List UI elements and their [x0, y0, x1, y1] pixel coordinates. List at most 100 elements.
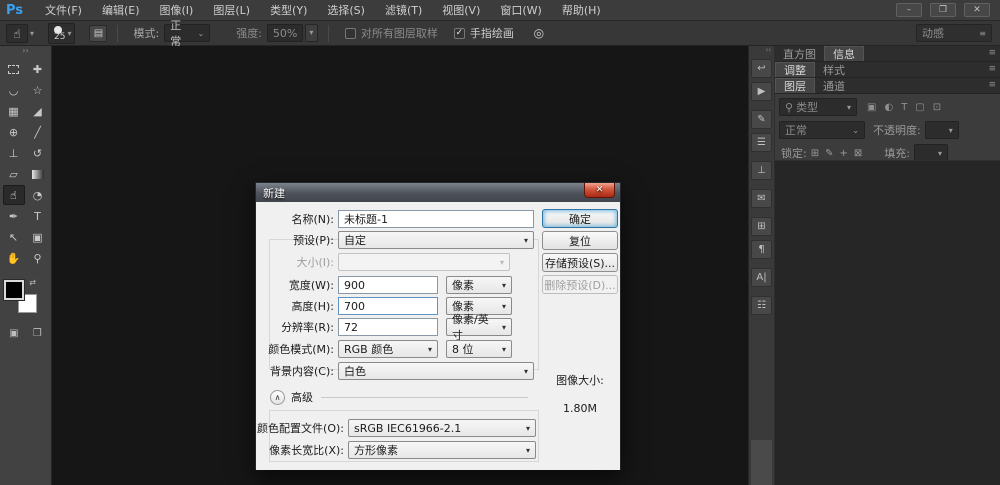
filter-pixel-icon[interactable]: ▣ — [867, 102, 876, 113]
notes-panel-button[interactable]: ✉ — [751, 189, 772, 208]
tool-smudge[interactable]: ☝ — [2, 185, 25, 205]
finger-painting-checkbox[interactable]: ✓ 手指绘画 — [453, 25, 514, 41]
workspace-switcher[interactable]: 动感 ≡ — [916, 24, 992, 42]
tool-magic-wand[interactable]: ☆ — [27, 80, 49, 100]
resolution-unit-select[interactable]: 像素/英寸 ▾ — [446, 313, 512, 342]
tool-shape[interactable]: ▣ — [27, 227, 49, 247]
filter-type-icon[interactable]: T — [901, 102, 907, 113]
menu-type[interactable]: 类型(Y) — [260, 2, 317, 18]
advanced-collapse-button[interactable]: ∧ — [270, 389, 285, 405]
tool-spot-healing-brush[interactable]: ⊕ — [3, 122, 25, 142]
bit-depth-select[interactable]: 8 位 ▾ — [446, 340, 512, 358]
background-select[interactable]: 白色 ▾ — [338, 362, 534, 380]
tab-info[interactable]: 信息 — [824, 46, 864, 61]
menu-view[interactable]: 视图(V) — [432, 2, 490, 18]
tool-path-selection[interactable]: ↖ — [3, 227, 25, 247]
strength-input[interactable]: 50% — [266, 24, 303, 42]
history-panel-button[interactable]: ↩ — [751, 59, 772, 78]
ok-button[interactable]: 确定 — [542, 209, 618, 228]
lock-pixels-icon[interactable]: ✎ — [825, 148, 833, 159]
close-button[interactable]: ✕ — [964, 3, 990, 17]
menu-window[interactable]: 窗口(W) — [490, 2, 551, 18]
character-panel-button[interactable]: ⊞ — [751, 217, 772, 236]
tab-histogram[interactable]: 直方图 — [775, 46, 824, 61]
tool-lasso[interactable]: ◡ — [3, 80, 25, 100]
lock-transparent-icon[interactable]: ⊞ — [811, 148, 819, 159]
pixel-aspect-select[interactable]: 方形像素 ▾ — [348, 441, 536, 459]
tool-pen[interactable]: ✒ — [3, 206, 25, 226]
tool-clone-stamp[interactable]: ⊥ — [3, 143, 25, 163]
tab-adjustments[interactable]: 调整 — [775, 62, 815, 77]
paragraph-panel-button[interactable]: ¶ — [751, 240, 772, 259]
tab-channels[interactable]: 通道 — [815, 78, 853, 93]
filter-shape-icon[interactable]: ▢ — [915, 102, 924, 113]
actions-panel-button[interactable]: ▶ — [751, 82, 772, 101]
layer-filter-select[interactable]: ⚲ 类型 ▾ — [779, 98, 857, 116]
height-input[interactable]: 700 — [338, 297, 438, 315]
sample-all-layers-checkbox[interactable]: 对所有图层取样 — [344, 25, 438, 41]
character-styles-panel-button[interactable]: A| — [751, 268, 772, 287]
tool-rectangular-marquee[interactable] — [3, 59, 25, 79]
screen-mode-button[interactable]: ❐ — [33, 328, 42, 339]
dialog-close-button[interactable]: ✕ — [584, 183, 615, 198]
foreground-color-swatch[interactable] — [3, 279, 25, 301]
dock-scrollbar[interactable] — [751, 440, 772, 485]
width-unit-select[interactable]: 像素 ▾ — [446, 276, 512, 294]
blend-mode-select[interactable]: 正常 ⌄ — [779, 121, 865, 139]
brush-preset-picker[interactable]: 25 ▾ — [48, 22, 76, 44]
panel-menu-icon[interactable]: ≡ — [988, 48, 996, 58]
tablet-pressure-icon[interactable]: ◎ — [530, 25, 548, 42]
brush-panel-button[interactable]: ✎ — [751, 110, 772, 129]
lock-position-icon[interactable]: + — [840, 148, 848, 159]
color-mode-select[interactable]: RGB 颜色 ▾ — [338, 340, 438, 358]
panel-menu-icon[interactable]: ≡ — [988, 64, 996, 74]
minimize-button[interactable]: – — [896, 3, 922, 17]
tool-type[interactable]: T — [27, 206, 49, 226]
tool-eyedropper[interactable]: ◢ — [27, 101, 49, 121]
tab-styles[interactable]: 样式 — [815, 62, 853, 77]
menu-layer[interactable]: 图层(L) — [203, 2, 260, 18]
tool-zoom[interactable]: ⚲ — [27, 248, 49, 268]
menu-edit[interactable]: 编辑(E) — [92, 2, 150, 18]
tool-hand[interactable]: ✋ — [3, 248, 25, 268]
paragraph-styles-panel-button[interactable]: ☷ — [751, 296, 772, 315]
brush-panel-toggle[interactable]: ▤ — [89, 24, 108, 42]
expand-panels-icon[interactable]: ‹‹ — [749, 46, 774, 55]
menu-filter[interactable]: 滤镜(T) — [375, 2, 432, 18]
name-input[interactable]: 未标题-1 — [338, 210, 534, 228]
toolbox-collapse-icon[interactable]: ›› — [0, 46, 51, 56]
tool-brush[interactable]: ╱ — [27, 122, 49, 142]
panel-menu-icon[interactable]: ≡ — [988, 80, 996, 90]
strength-dropdown[interactable]: ▾ — [304, 24, 318, 42]
mode-select[interactable]: 正常 ⌄ — [164, 19, 211, 48]
width-input[interactable]: 900 — [338, 276, 438, 294]
reset-button[interactable]: 复位 — [542, 231, 618, 250]
tool-preset-picker[interactable]: ☝ ▾ — [6, 23, 34, 43]
tool-eraser[interactable]: ▱ — [3, 164, 25, 184]
save-preset-button[interactable]: 存储预设(S)... — [542, 253, 618, 272]
filter-smart-object-icon[interactable]: ⊡ — [933, 102, 941, 113]
preset-select[interactable]: 自定 ▾ — [338, 231, 534, 249]
brush-presets-panel-button[interactable]: ☰ — [751, 133, 772, 152]
color-profile-select[interactable]: sRGB IEC61966-2.1 ▾ — [348, 419, 536, 437]
menu-select[interactable]: 选择(S) — [317, 2, 375, 18]
filter-adjustment-icon[interactable]: ◐ — [884, 102, 893, 113]
layers-list-empty[interactable] — [775, 160, 1000, 485]
tool-crop[interactable]: ▦ — [3, 101, 25, 121]
clone-source-panel-button[interactable]: ⊥ — [751, 161, 772, 180]
tool-gradient[interactable] — [27, 164, 49, 184]
quick-mask-button[interactable]: ▣ — [9, 328, 18, 339]
tool-history-brush[interactable]: ↺ — [27, 143, 49, 163]
opacity-input[interactable]: ▾ — [924, 121, 959, 139]
menu-help[interactable]: 帮助(H) — [552, 2, 611, 18]
resolution-input[interactable]: 72 — [338, 318, 438, 336]
menu-file[interactable]: 文件(F) — [35, 2, 92, 18]
swap-colors-icon[interactable]: ⇄ — [29, 278, 36, 287]
tool-dodge[interactable]: ◔ — [27, 185, 49, 205]
dialog-titlebar[interactable]: 新建 ✕ — [256, 183, 620, 202]
restore-button[interactable]: ❐ — [930, 3, 956, 17]
lock-all-icon[interactable]: ⊠ — [854, 148, 862, 159]
tab-layers[interactable]: 图层 — [775, 78, 815, 93]
menu-image[interactable]: 图像(I) — [150, 2, 204, 18]
tool-move[interactable]: ✚ — [27, 59, 49, 79]
